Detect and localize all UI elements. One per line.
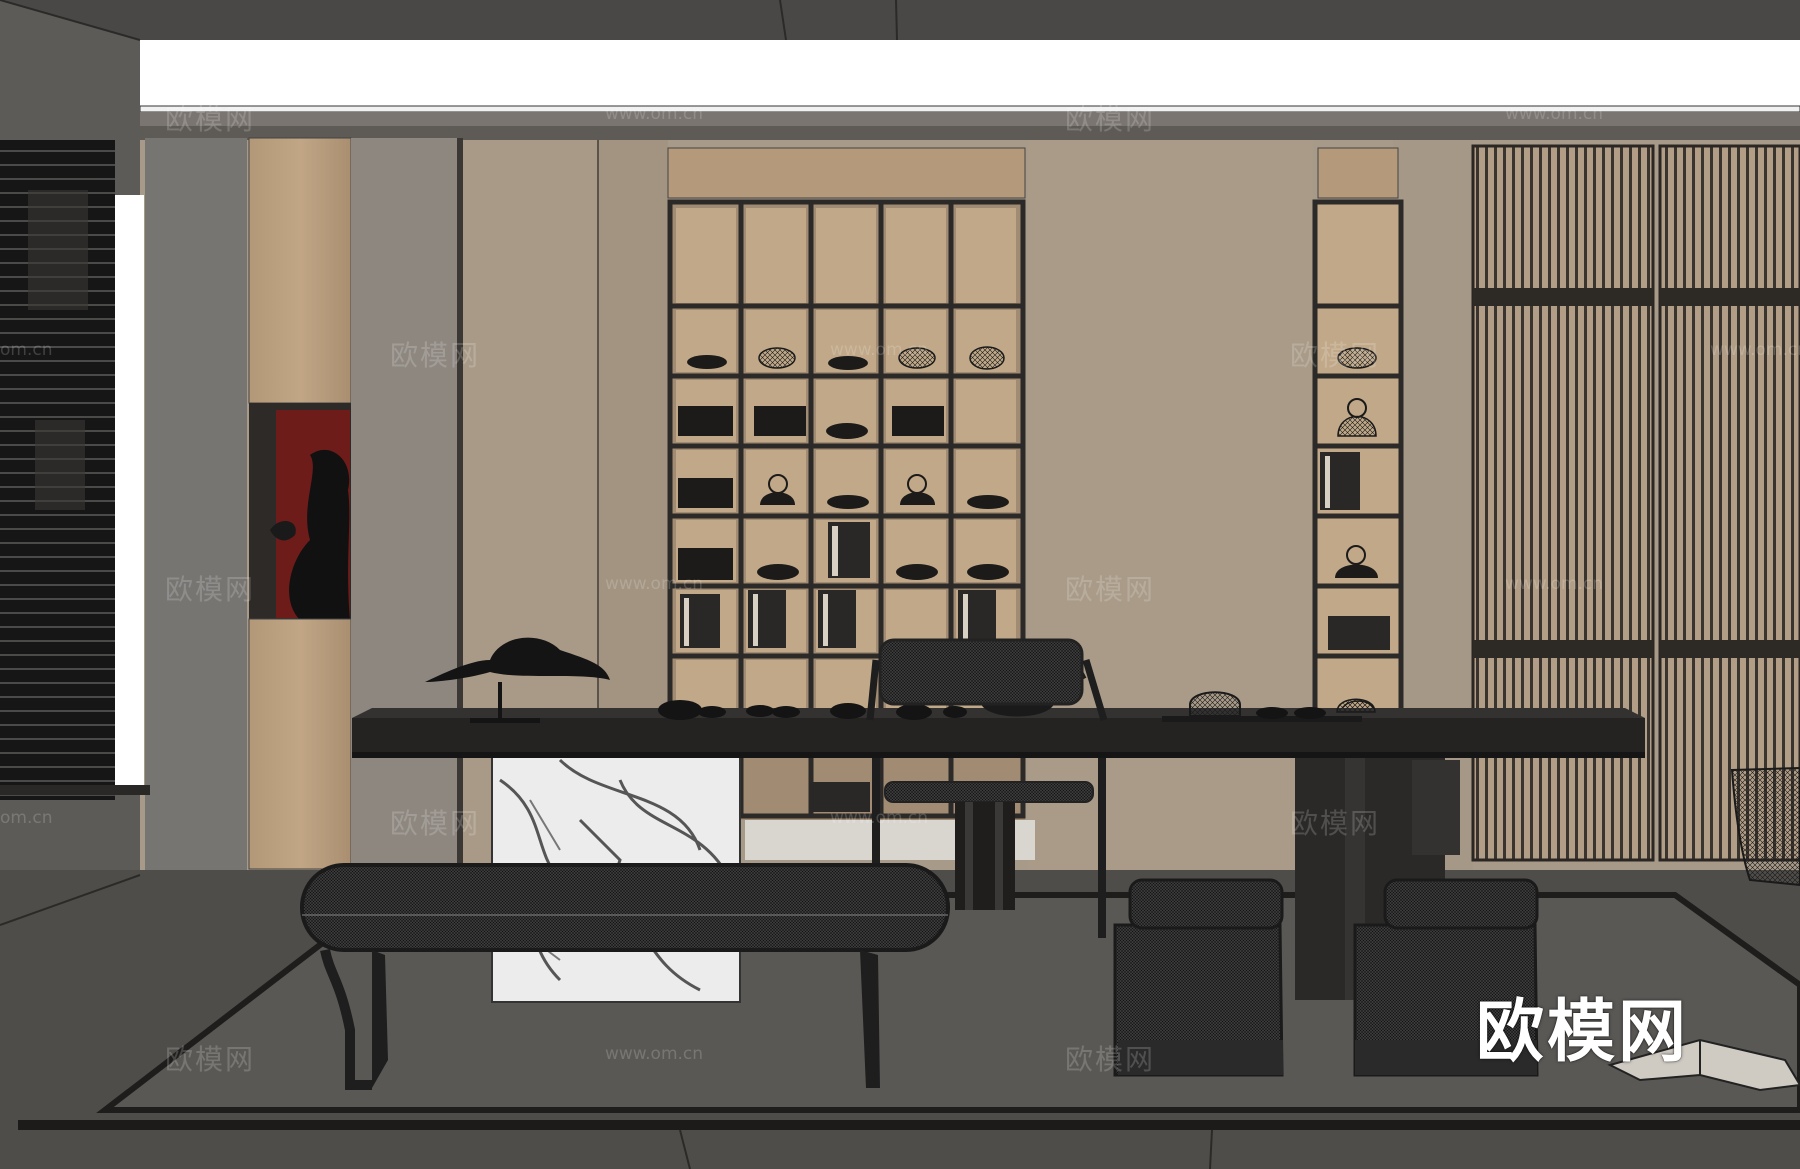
ceiling xyxy=(0,0,1800,42)
scene-drawing xyxy=(0,0,1800,1169)
grey-column xyxy=(145,138,247,873)
tea-room-render: 欧模网 www.om.cn 欧模网 www.om.cn om.cn 欧模网 ww… xyxy=(0,0,1800,1169)
shelf-header xyxy=(667,147,1026,199)
floor-chair-left xyxy=(1113,878,1284,1077)
ceiling-light-band xyxy=(140,40,1800,108)
